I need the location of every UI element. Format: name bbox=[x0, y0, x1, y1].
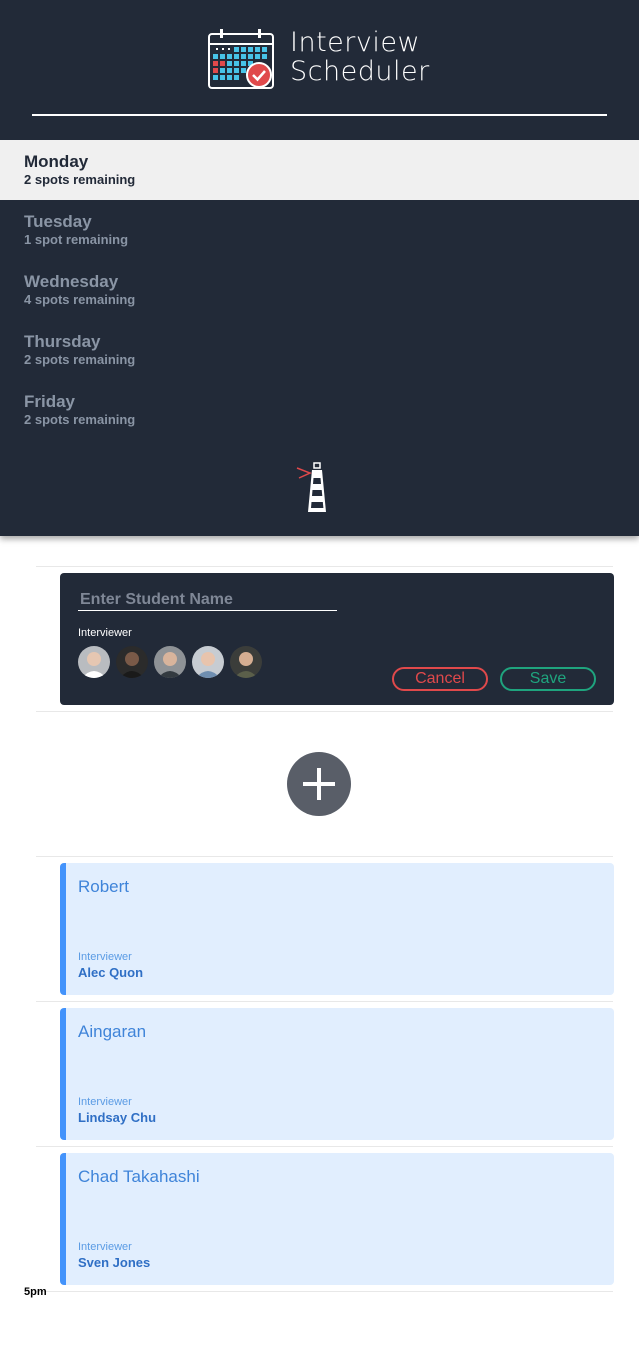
interviewer-caption: Interviewer bbox=[78, 1241, 132, 1253]
slot-divider bbox=[36, 1291, 613, 1292]
save-button[interactable]: Save bbox=[500, 667, 596, 691]
slot-divider bbox=[36, 1001, 613, 1002]
day-name: Thursday bbox=[24, 332, 101, 351]
interviewer-list bbox=[78, 646, 262, 678]
app-title-line1: Interview bbox=[290, 27, 421, 58]
appointment-card[interactable]: Aingaran Interviewer Lindsay Chu bbox=[60, 1008, 614, 1140]
day-spots: 4 spots remaining bbox=[24, 292, 136, 307]
interviewer-label: Interviewer bbox=[78, 627, 132, 639]
sidebar-divider bbox=[32, 114, 607, 116]
interviewer-avatar[interactable] bbox=[116, 646, 148, 678]
student-name: Robert bbox=[78, 877, 130, 896]
slot-divider bbox=[36, 566, 613, 567]
appointment-card[interactable]: Robert Interviewer Alec Quon bbox=[60, 863, 614, 995]
day-spots: 2 spots remaining bbox=[24, 172, 136, 187]
lighthouse-icon bbox=[296, 462, 326, 512]
interviewer-caption: Interviewer bbox=[78, 951, 132, 963]
appointment-form: Interviewer Cancel Save bbox=[60, 573, 614, 705]
appointment-card[interactable]: Chad Takahashi Interviewer Sven Jones bbox=[60, 1153, 614, 1285]
sidebar: Interview Scheduler Monday 2 spots remai… bbox=[0, 0, 639, 536]
interviewer-caption: Interviewer bbox=[78, 1096, 132, 1108]
student-name-input[interactable] bbox=[78, 589, 337, 611]
day-item-tuesday[interactable]: Tuesday 1 spot remaining bbox=[0, 200, 639, 260]
slot-divider bbox=[36, 1146, 613, 1147]
day-item-monday[interactable]: Monday 2 spots remaining bbox=[0, 140, 639, 200]
day-name: Tuesday bbox=[24, 212, 92, 231]
day-spots: 2 spots remaining bbox=[24, 412, 136, 427]
plus-icon bbox=[303, 768, 335, 800]
student-name: Aingaran bbox=[78, 1022, 147, 1041]
interviewer-name: Lindsay Chu bbox=[78, 1110, 157, 1125]
interviewer-name: Sven Jones bbox=[78, 1255, 151, 1270]
interviewer-avatar[interactable] bbox=[230, 646, 262, 678]
interviewer-name: Alec Quon bbox=[78, 965, 144, 980]
day-item-thursday[interactable]: Thursday 2 spots remaining bbox=[0, 320, 639, 380]
app-title: Interview Scheduler bbox=[290, 28, 430, 86]
student-name: Chad Takahashi bbox=[78, 1167, 200, 1186]
app-title-line2: Scheduler bbox=[290, 56, 430, 87]
day-spots: 2 spots remaining bbox=[24, 352, 136, 367]
slot-divider bbox=[36, 856, 613, 857]
day-name: Friday bbox=[24, 392, 76, 411]
day-name: Wednesday bbox=[24, 272, 119, 291]
slot-divider bbox=[36, 711, 613, 712]
day-spots: 1 spot remaining bbox=[24, 232, 129, 247]
add-appointment-button[interactable] bbox=[287, 752, 351, 816]
interviewer-avatar[interactable] bbox=[192, 646, 224, 678]
day-name: Monday bbox=[24, 152, 89, 171]
interviewer-avatar[interactable] bbox=[154, 646, 186, 678]
day-item-friday[interactable]: Friday 2 spots remaining bbox=[0, 380, 639, 440]
brand: Interview Scheduler bbox=[208, 28, 429, 90]
day-item-wednesday[interactable]: Wednesday 4 spots remaining bbox=[0, 260, 639, 320]
interviewer-avatar[interactable] bbox=[78, 646, 110, 678]
cancel-button[interactable]: Cancel bbox=[392, 667, 488, 691]
time-label: 5pm bbox=[24, 1286, 47, 1298]
calendar-check-icon bbox=[208, 29, 274, 89]
